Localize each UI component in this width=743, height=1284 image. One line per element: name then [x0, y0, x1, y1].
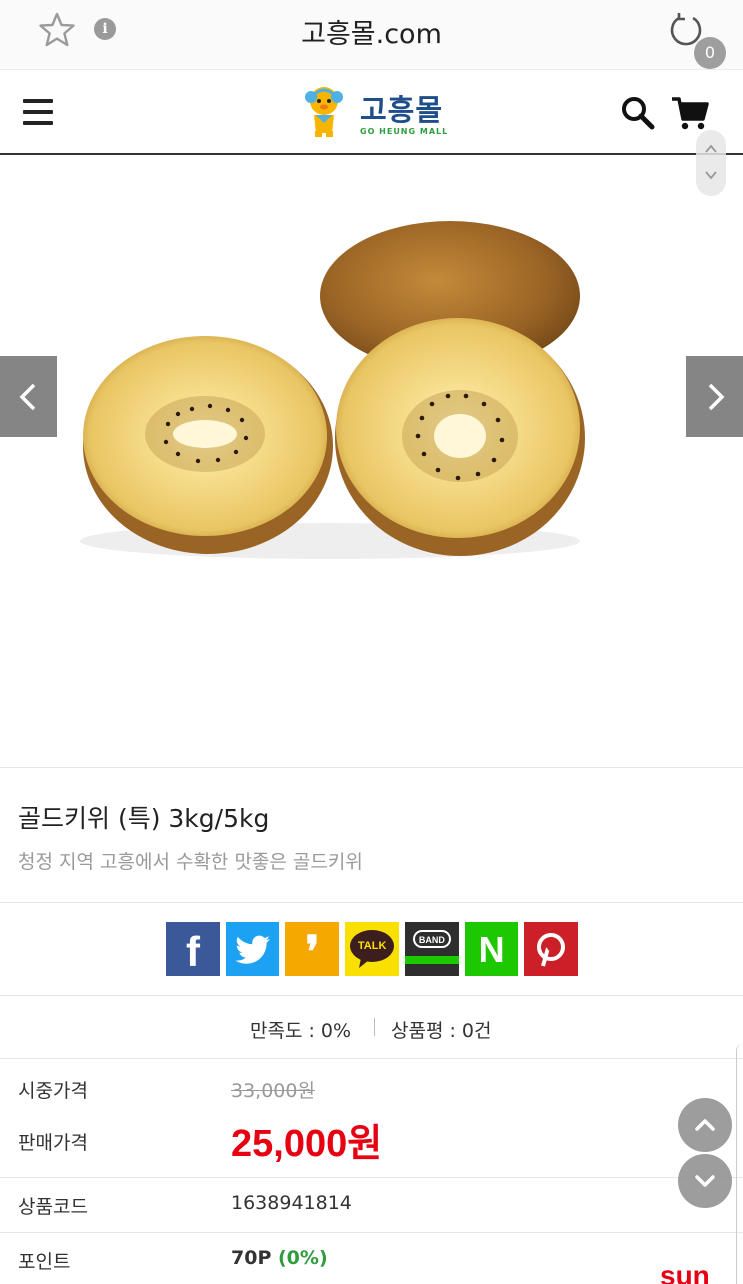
- point-percent: (0%): [278, 1247, 328, 1269]
- product-image: [80, 221, 585, 559]
- review-count[interactable]: 상품평 : 0건: [391, 1016, 492, 1043]
- product-image-slider[interactable]: [0, 156, 743, 768]
- pinterest-share-button[interactable]: [524, 922, 579, 976]
- browser-toolbar: i 고흥몰.com: [0, 0, 743, 70]
- site-header: 고흥몰 GO HEUNG MALL: [0, 71, 743, 155]
- url-bar[interactable]: 고흥몰.com: [0, 12, 743, 51]
- product-name: 골드키위 (특) 3kg/5kg: [18, 804, 270, 833]
- naver-share-button[interactable]: N: [464, 922, 519, 976]
- kakaostory-share-button[interactable]: ❜: [285, 922, 340, 976]
- search-icon[interactable]: [620, 95, 656, 131]
- next-image-button[interactable]: [686, 356, 743, 437]
- point-amount: 70P: [231, 1247, 272, 1269]
- scroll-top-button[interactable]: [678, 1098, 732, 1152]
- chevron-down-icon: [695, 1175, 715, 1187]
- chevron-down-icon[interactable]: [704, 168, 718, 182]
- product-description: 청정 지역 고흥에서 수확한 맛좋은 골드키위: [18, 851, 363, 873]
- band-icon: BAND: [418, 935, 445, 945]
- mascot-icon: [305, 87, 343, 137]
- chevron-left-icon: [19, 383, 36, 411]
- kakaotalk-label: TALK: [357, 940, 387, 952]
- menu-icon[interactable]: [23, 99, 53, 125]
- prev-image-button[interactable]: [0, 356, 57, 437]
- site-logo[interactable]: 고흥몰 GO HEUNG MALL: [302, 83, 447, 143]
- price-row: 시중가격 33,000원 판매가격 25,000원: [0, 1060, 743, 1178]
- partner-logo: sun: [660, 1260, 710, 1284]
- twitter-share-button[interactable]: [225, 922, 280, 976]
- side-panel-edge: [736, 1044, 743, 1284]
- share-section: f ❜ TALK BAND N: [0, 904, 743, 996]
- rating-summary: 만족도 : 0% 상품평 : 0건: [0, 997, 743, 1059]
- logo-text: 고흥몰: [360, 93, 444, 127]
- market-price-value: 33,000원: [231, 1080, 315, 1102]
- sale-price-value: 25,000원: [231, 1123, 383, 1165]
- pinterest-icon: [537, 933, 566, 967]
- product-code-value: 1638941814: [231, 1192, 352, 1214]
- product-code-label: 상품코드: [18, 1196, 88, 1218]
- kakaostory-icon: ❜: [305, 928, 320, 976]
- sale-price-label: 판매가격: [18, 1132, 88, 1154]
- twitter-icon: [235, 935, 270, 964]
- chevron-up-icon: [695, 1119, 715, 1131]
- chevron-right-icon: [708, 383, 725, 411]
- divider: [374, 1018, 375, 1036]
- scroll-control[interactable]: [696, 130, 726, 196]
- cart-count-badge: 0: [694, 37, 726, 69]
- facebook-icon: f: [186, 928, 200, 975]
- product-code-row: 상품코드 1638941814: [0, 1178, 743, 1233]
- naver-icon: N: [478, 929, 505, 970]
- facebook-share-button[interactable]: f: [166, 922, 220, 976]
- market-price-label: 시중가격: [18, 1080, 88, 1102]
- point-label: 포인트: [18, 1251, 71, 1273]
- kakaotalk-share-button[interactable]: TALK: [345, 922, 399, 976]
- point-row: 포인트 70P (0%): [0, 1233, 743, 1284]
- cart-icon[interactable]: [670, 93, 710, 133]
- band-share-button[interactable]: BAND: [404, 922, 459, 976]
- product-title-section: 골드키위 (특) 3kg/5kg 청정 지역 고흥에서 수확한 맛좋은 골드키위: [0, 769, 743, 903]
- scroll-bottom-button[interactable]: [678, 1154, 732, 1208]
- logo-subtitle: GO HEUNG MALL: [360, 127, 449, 136]
- chevron-up-icon[interactable]: [704, 142, 718, 156]
- satisfaction-rate: 만족도 : 0%: [250, 1020, 352, 1042]
- point-value: 70P (0%): [231, 1247, 328, 1269]
